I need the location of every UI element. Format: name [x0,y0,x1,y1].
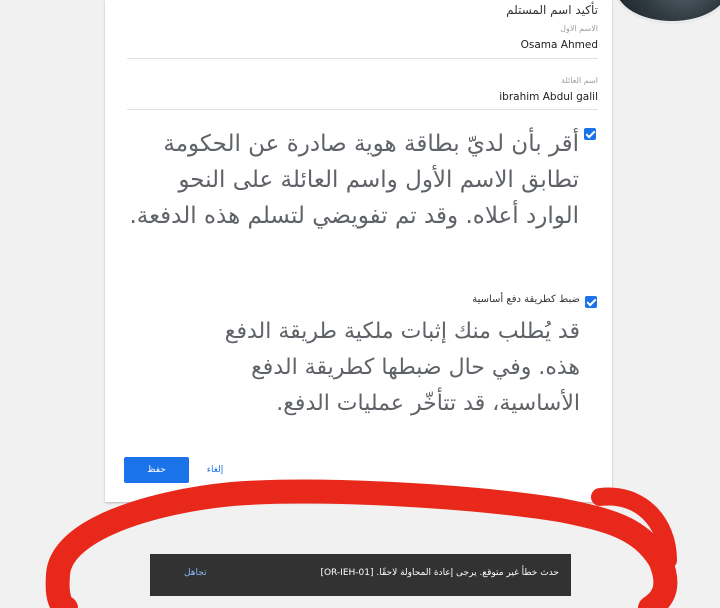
save-button[interactable]: حفظ [124,457,189,483]
snackbar-message: حدث خطأ غير متوقع. يرجى إعادة المحاولة ل… [320,568,559,578]
consent-checkbox[interactable] [584,128,596,140]
primary-payment-checkbox[interactable] [585,296,597,308]
first-name-field[interactable]: الاسم الاول Osama Ahmed [127,24,598,51]
last-name-label: اسم العائلة [561,76,598,85]
divider [127,109,598,110]
primary-payment-label: ضبط كطريقة دفع أساسية [472,294,580,305]
first-name-value[interactable]: Osama Ahmed [127,39,598,51]
primary-payment-description: قد يُطلب منك إثبات ملكية طريقة الدفع هذه… [224,319,580,416]
last-name-value[interactable]: ibrahim Abdul galil [127,91,598,103]
dismiss-button[interactable]: تجاهل [184,568,207,578]
error-snackbar: حدث خطأ غير متوقع. يرجى إعادة المحاولة ل… [150,554,571,596]
cancel-button[interactable]: إلغاء [200,457,230,483]
first-name-label: الاسم الاول [560,24,598,33]
section-title: تأكيد اسم المستلم [506,3,598,17]
avatar[interactable] [613,0,720,24]
consent-text: أقر بأن لديّ بطاقة هوية صادرة عن الحكومة… [129,131,579,229]
divider [127,58,598,59]
last-name-field[interactable]: اسم العائلة ibrahim Abdul galil [127,76,598,103]
